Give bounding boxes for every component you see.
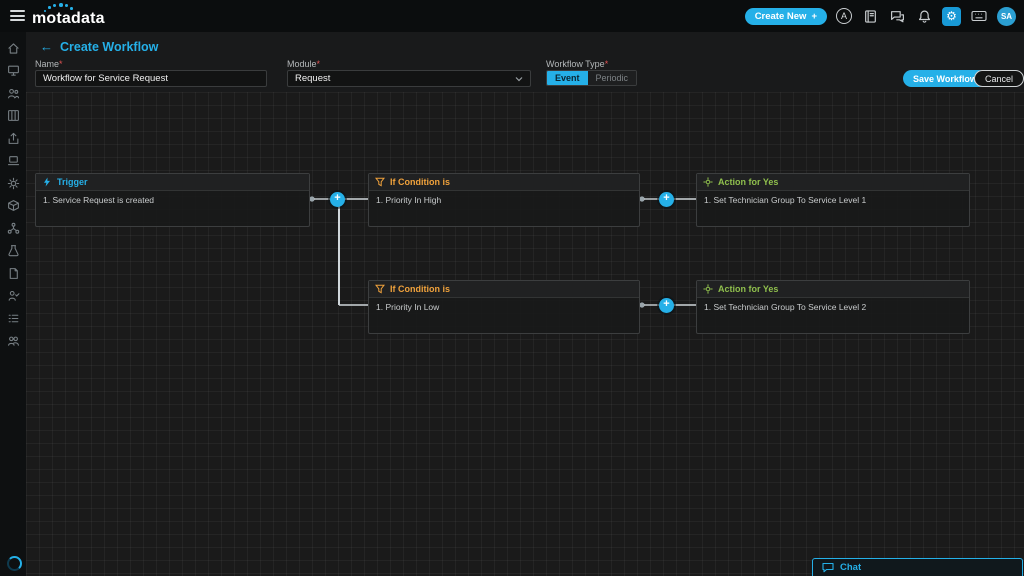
home-icon[interactable]: [6, 41, 20, 55]
action-gear-icon: [703, 284, 713, 294]
connector-wires: [309, 196, 696, 308]
chat-bar[interactable]: Chat: [812, 558, 1023, 576]
periodic-toggle-button[interactable]: Periodic: [587, 71, 637, 85]
add-step-button-3[interactable]: +: [659, 298, 674, 313]
laptop-icon[interactable]: [6, 154, 20, 168]
app-logo: motadata: [32, 3, 105, 28]
package-icon[interactable]: [6, 199, 20, 213]
chat-label: Chat: [840, 562, 862, 573]
add-step-button-2[interactable]: +: [659, 192, 674, 207]
condition-node-body: 1. Priority In Low: [376, 302, 440, 312]
notifications-bell-icon[interactable]: [915, 7, 933, 25]
top-header: motadata Create New + A ⚙ SA: [0, 0, 1024, 32]
settings-gear-icon[interactable]: ⚙: [942, 6, 961, 26]
team-icon[interactable]: [6, 334, 20, 348]
condition-node-title: If Condition is: [390, 177, 450, 187]
condition-filter-icon: [375, 177, 385, 187]
left-sidebar: [0, 32, 26, 576]
module-select-value: Request: [295, 73, 331, 84]
action-node-title: Action for Yes: [718, 177, 779, 187]
document-icon[interactable]: [6, 266, 20, 280]
trigger-node-body: 1. Service Request is created: [43, 195, 155, 205]
beaker-icon[interactable]: [6, 244, 20, 258]
trigger-bolt-icon: [44, 177, 50, 187]
condition-node-low[interactable]: If Condition is 1. Priority In Low: [368, 280, 640, 334]
add-step-button-1[interactable]: +: [330, 192, 345, 207]
ai-assist-badge[interactable]: A: [836, 8, 852, 24]
users-icon[interactable]: [6, 86, 20, 100]
user-check-icon[interactable]: [6, 289, 20, 303]
required-mark: *: [316, 59, 321, 69]
page-title: ← Create Workflow: [40, 39, 158, 54]
condition-node-title: If Condition is: [390, 284, 450, 294]
automation-gear-icon[interactable]: [6, 176, 20, 190]
chat-bubble-icon: [822, 562, 834, 573]
condition-node-high[interactable]: If Condition is 1. Priority In High: [368, 173, 640, 227]
page-title-text: Create Workflow: [60, 39, 159, 54]
knowledge-book-icon[interactable]: [861, 7, 879, 25]
workflow-canvas[interactable]: Trigger 1. Service Request is created + …: [26, 92, 1024, 576]
workflow-form-bar: ← Create Workflow Name* Module* Request …: [26, 32, 1024, 92]
action-node-title: Action for Yes: [718, 284, 779, 294]
logo-dots-decoration: [44, 3, 74, 13]
workflow-type-toggle: Event Periodic: [546, 70, 638, 86]
create-new-label: Create New: [754, 10, 807, 22]
plus-icon: +: [811, 10, 817, 22]
user-avatar[interactable]: SA: [997, 6, 1016, 26]
chevron-down-icon: [515, 76, 523, 81]
workflow-name-input[interactable]: [35, 70, 267, 87]
required-mark: *: [604, 59, 609, 69]
loading-spinner-icon: [7, 556, 22, 571]
action-node-1[interactable]: Action for Yes 1. Set Technician Group T…: [696, 173, 970, 227]
create-new-button[interactable]: Create New +: [744, 7, 827, 25]
checklist-icon[interactable]: [6, 311, 20, 325]
name-label: Name*: [35, 59, 63, 69]
trigger-node[interactable]: Trigger 1. Service Request is created: [35, 173, 310, 227]
event-toggle-button[interactable]: Event: [547, 71, 588, 85]
module-select[interactable]: Request: [287, 70, 531, 87]
hamburger-menu-icon[interactable]: [10, 10, 25, 21]
workflow-type-label: Workflow Type*: [546, 59, 609, 69]
back-arrow-icon[interactable]: ←: [40, 39, 53, 54]
publish-upload-icon[interactable]: [6, 131, 20, 145]
trigger-node-title: Trigger: [57, 177, 88, 187]
action-node-body: 1. Set Technician Group To Service Level…: [704, 195, 867, 205]
chat-messages-icon[interactable]: [888, 7, 906, 25]
condition-filter-icon: [375, 284, 385, 294]
action-gear-icon: [703, 177, 713, 187]
required-mark: *: [59, 59, 63, 69]
condition-node-body: 1. Priority In High: [376, 195, 442, 205]
action-node-body: 1. Set Technician Group To Service Level…: [704, 302, 867, 312]
cancel-button[interactable]: Cancel: [974, 70, 1024, 87]
monitor-icon[interactable]: [6, 64, 20, 78]
keyboard-icon[interactable]: [970, 7, 988, 25]
module-label: Module*: [287, 59, 321, 69]
main-content: ← Create Workflow Name* Module* Request …: [26, 32, 1024, 576]
topology-icon[interactable]: [6, 221, 20, 235]
action-node-2[interactable]: Action for Yes 1. Set Technician Group T…: [696, 280, 970, 334]
kanban-board-icon[interactable]: [6, 109, 20, 123]
